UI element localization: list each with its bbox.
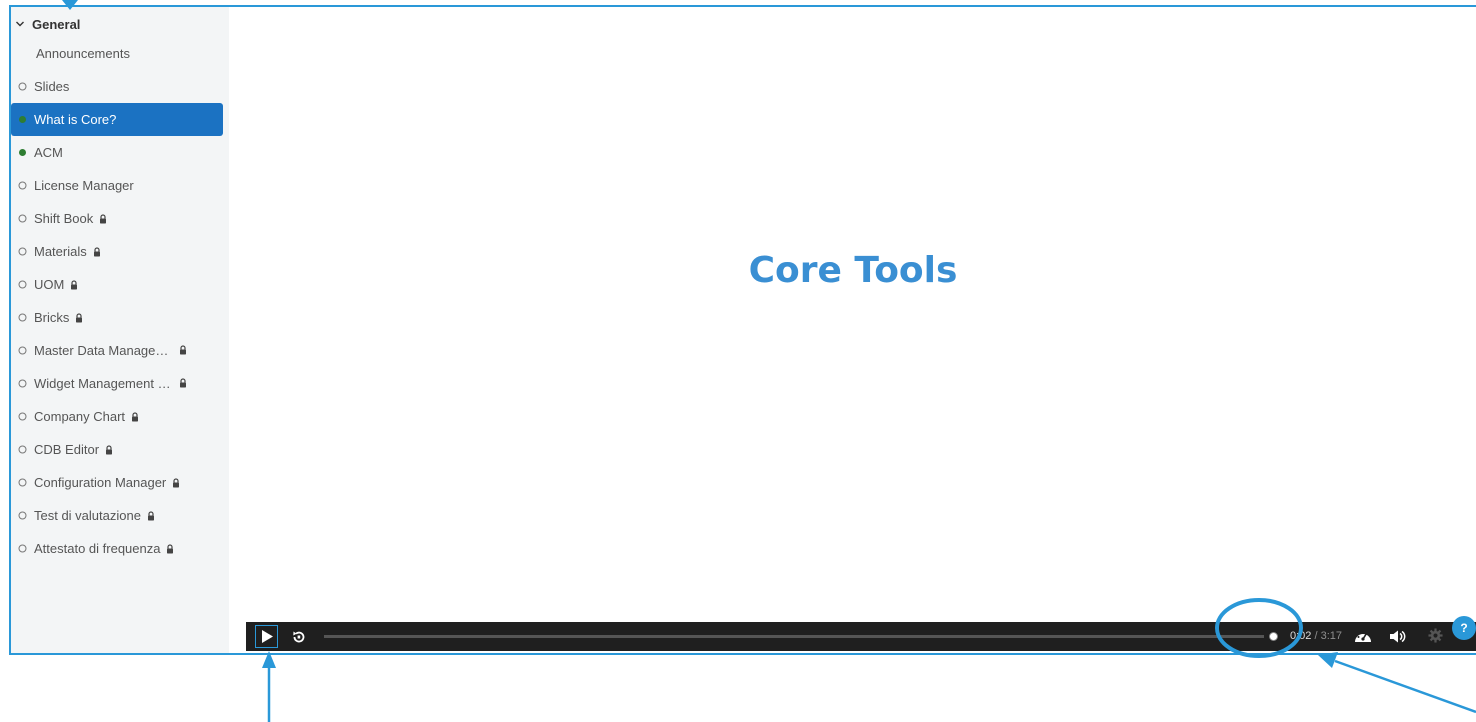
annotation-arrow-line-time xyxy=(1334,659,1476,714)
sidebar-item-company-chart[interactable]: Company Chart xyxy=(11,400,229,433)
status-empty-icon xyxy=(18,346,27,355)
status-empty-icon xyxy=(18,379,27,388)
status-empty-icon xyxy=(18,313,27,322)
lock-icon xyxy=(132,411,139,421)
lock-icon xyxy=(76,312,83,322)
sidebar-item-label: Announcements xyxy=(36,46,130,61)
status-empty-icon xyxy=(18,247,27,256)
speed-icon[interactable] xyxy=(1354,628,1372,644)
sidebar-item-label: Bricks xyxy=(34,310,70,325)
duration: 3:17 xyxy=(1320,630,1343,642)
sidebar-item-bricks[interactable]: Bricks xyxy=(11,301,229,334)
play-icon xyxy=(262,630,273,643)
sidebar-item-label: Configuration Manager xyxy=(34,475,167,490)
sidebar-item-label: Slides xyxy=(34,79,70,94)
lock-icon xyxy=(167,543,174,553)
chevron-down-icon xyxy=(16,21,24,27)
sidebar-item-label: Master Data Manage… xyxy=(34,343,169,358)
lock-icon xyxy=(147,510,154,520)
sidebar: General Announcements Slides What is Core?… xyxy=(11,7,229,653)
sidebar-item-cdb-editor[interactable]: CDB Editor xyxy=(11,433,229,466)
play-button[interactable] xyxy=(255,625,278,648)
sidebar-item-configuration-manager[interactable]: Configuration Manager xyxy=(11,466,229,499)
status-empty-icon xyxy=(18,181,27,190)
sidebar-item-label: Test di valutazione xyxy=(34,508,141,523)
sidebar-item-label: CDB Editor xyxy=(34,442,100,457)
sidebar-item-label: UOM xyxy=(34,277,65,292)
slide-title: Core Tools xyxy=(748,250,958,291)
lock-icon xyxy=(180,378,186,388)
lock-icon xyxy=(106,444,113,454)
sidebar-item-label: Materials xyxy=(34,244,87,259)
sidebar-item-label: Widget Management … xyxy=(34,376,171,391)
sidebar-item-materials[interactable]: Materials xyxy=(11,235,229,268)
status-empty-icon xyxy=(18,214,27,223)
lock-icon xyxy=(173,477,180,487)
lock-icon xyxy=(71,279,78,289)
section-header-general[interactable]: General xyxy=(11,12,80,36)
status-empty-icon xyxy=(18,280,27,289)
lock-icon xyxy=(180,345,186,355)
sidebar-item-slides[interactable]: Slides xyxy=(11,70,229,103)
sidebar-item-what-is-core[interactable]: What is Core? xyxy=(11,103,223,136)
sidebar-item-acm[interactable]: ACM xyxy=(11,136,229,169)
status-complete-icon xyxy=(19,149,26,156)
gear-icon[interactable] xyxy=(1428,628,1443,643)
slide-viewer: Core Tools xyxy=(229,7,1476,621)
video-player-bar: 0:02 / 3:17 xyxy=(246,622,1476,651)
sidebar-item-label: License Manager xyxy=(34,178,134,193)
time-display: 0:02 / 3:17 xyxy=(1290,630,1343,642)
section-title: General xyxy=(32,16,81,32)
sidebar-item-label: Shift Book xyxy=(34,211,94,226)
sidebar-item-label: ACM xyxy=(34,145,63,160)
volume-icon[interactable] xyxy=(1389,629,1407,644)
status-empty-icon xyxy=(18,544,27,553)
status-empty-icon xyxy=(18,478,27,487)
sidebar-item-license-manager[interactable]: License Manager xyxy=(11,169,229,202)
help-button[interactable]: ? xyxy=(1452,616,1476,640)
sidebar-item-widget-management[interactable]: Widget Management … xyxy=(11,367,229,400)
lesson-list: Announcements Slides What is Core? ACM Licen… xyxy=(11,37,229,565)
sidebar-item-shift-book[interactable]: Shift Book xyxy=(11,202,229,235)
sidebar-item-label: What is Core? xyxy=(34,112,117,127)
sidebar-item-uom[interactable]: UOM xyxy=(11,268,229,301)
sidebar-item-label: Company Chart xyxy=(34,409,126,424)
progress-track[interactable] xyxy=(324,635,1264,638)
status-empty-icon xyxy=(18,82,27,91)
lock-icon xyxy=(100,213,107,223)
sidebar-item-attestato-di-frequenza[interactable]: Attestato di frequenza xyxy=(11,532,229,565)
status-empty-icon xyxy=(18,412,27,421)
lock-icon xyxy=(93,246,100,256)
sidebar-item-label: Attestato di frequenza xyxy=(34,541,161,556)
progress-thumb[interactable] xyxy=(1268,631,1279,642)
sidebar-item-announcements[interactable]: Announcements xyxy=(11,37,229,70)
sidebar-item-master-data-manage[interactable]: Master Data Manage… xyxy=(11,334,229,367)
sidebar-item-test-di-valutazione[interactable]: Test di valutazione xyxy=(11,499,229,532)
current-time: 0:02 xyxy=(1290,630,1312,642)
status-empty-icon xyxy=(18,445,27,454)
status-empty-icon xyxy=(18,511,27,520)
status-complete-icon xyxy=(19,116,26,123)
replay-icon[interactable] xyxy=(291,629,307,645)
